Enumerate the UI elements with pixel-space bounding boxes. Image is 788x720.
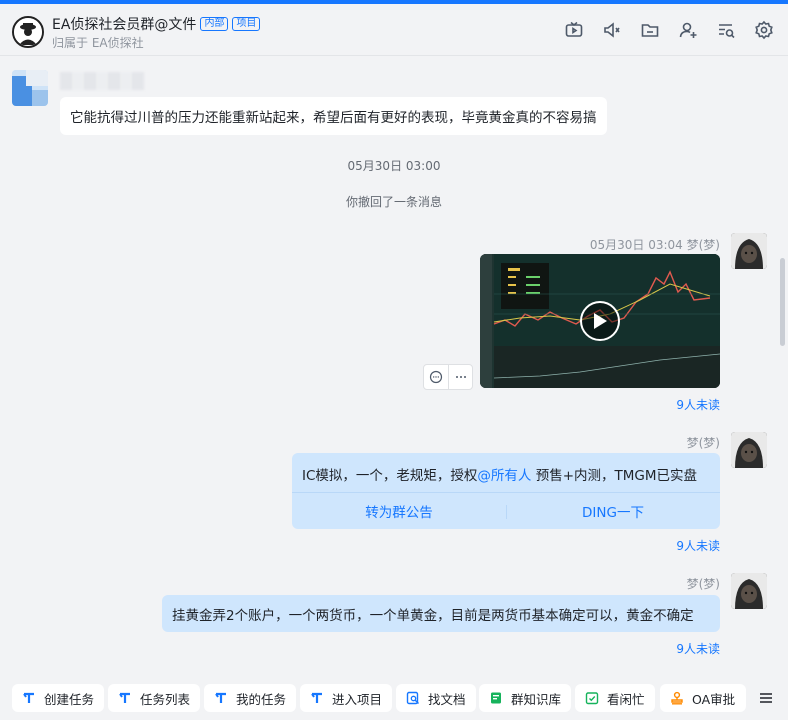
self-avatar[interactable] xyxy=(731,233,767,269)
message-bubble[interactable]: 挂黄金弄2个账户，一个两货币，一个单黄金，目前是两货币基本确定可以，黄金不确定 xyxy=(162,595,720,632)
search-list-icon[interactable] xyxy=(716,20,736,40)
task-list-button[interactable]: 任务列表 xyxy=(108,684,201,712)
message-meta: 梦(梦) xyxy=(686,436,720,450)
time-divider: 05月30日 03:00 xyxy=(347,159,441,173)
message-meta: 梦(梦) xyxy=(686,577,720,591)
create-task-button[interactable]: 创建任务 xyxy=(12,684,105,712)
convert-announcement-button[interactable]: 转为群公告 xyxy=(292,493,506,529)
speaker-icon[interactable] xyxy=(602,20,622,40)
chip-label: 找文档 xyxy=(428,691,466,707)
unread-count[interactable]: 9人未读 xyxy=(676,396,720,413)
gear-icon[interactable] xyxy=(754,20,774,40)
group-title[interactable]: EA侦探社会员群@文件 xyxy=(52,14,196,34)
chat-header: EA侦探社会员群@文件 内部 项目 归属于 EA侦探社 xyxy=(0,4,788,56)
reply-icon[interactable] xyxy=(424,365,448,389)
quick-actions-bar: 创建任务 任务列表 我的任务 进入项目 找文档 群知识库 看闲忙 OA审批 xyxy=(0,676,788,720)
tag-internal: 内部 xyxy=(200,17,229,31)
recall-notice: 你撤回了一条消息 xyxy=(345,195,442,209)
calendar-check-icon xyxy=(585,691,599,705)
my-tasks-button[interactable]: 我的任务 xyxy=(204,684,297,712)
stamp-icon xyxy=(670,691,684,705)
chip-label: 我的任务 xyxy=(236,691,287,707)
check-availability-button[interactable]: 看闲忙 xyxy=(575,684,655,712)
more-icon[interactable] xyxy=(448,365,472,389)
tag-project: 项目 xyxy=(232,17,261,31)
task-icon xyxy=(118,691,132,705)
task-icon xyxy=(214,691,228,705)
announcement-message[interactable]: IC模拟，一个，老规矩，授权@所有人 预售+内测，TMGM已实盘 转为群公告 D… xyxy=(292,453,720,529)
mention-all[interactable]: @所有人 xyxy=(477,468,531,484)
folder-icon[interactable] xyxy=(640,20,660,40)
scrollbar[interactable] xyxy=(780,258,785,346)
unread-count[interactable]: 9人未读 xyxy=(676,537,720,554)
enter-project-button[interactable]: 进入项目 xyxy=(300,684,393,712)
chip-label: 看闲忙 xyxy=(607,691,645,707)
video-message[interactable] xyxy=(480,254,720,388)
menu-icon[interactable] xyxy=(757,689,775,707)
message-bubble[interactable]: 它能抗得过川普的压力还能重新站起来，希望后面有更好的表现，毕竟黄金真的不容易搞 xyxy=(60,97,607,135)
oa-approval-button[interactable]: OA审批 xyxy=(660,684,746,712)
message-actions xyxy=(423,364,473,390)
message-meta: 05月30日 03:04 梦(梦) xyxy=(589,238,720,252)
chip-label: 创建任务 xyxy=(44,691,95,707)
find-docs-button[interactable]: 找文档 xyxy=(396,684,476,712)
group-wiki-button[interactable]: 群知识库 xyxy=(479,684,572,712)
task-icon xyxy=(22,691,36,705)
message-text: IC模拟，一个，老规矩，授权@所有人 预售+内测，TMGM已实盘 xyxy=(302,468,698,484)
sender-name-blurred xyxy=(60,72,144,90)
tv-icon[interactable] xyxy=(564,20,584,40)
doc-search-icon xyxy=(406,691,420,705)
play-icon[interactable] xyxy=(580,301,620,341)
sender-avatar[interactable] xyxy=(12,70,48,106)
group-avatar[interactable] xyxy=(12,16,44,48)
ding-button[interactable]: DING一下 xyxy=(506,493,720,529)
self-avatar[interactable] xyxy=(731,432,767,468)
unread-count[interactable]: 9人未读 xyxy=(676,640,720,657)
chip-label: OA审批 xyxy=(692,691,736,707)
chip-label: 任务列表 xyxy=(140,691,191,707)
task-icon xyxy=(310,691,324,705)
group-subtitle[interactable]: 归属于 EA侦探社 xyxy=(52,34,144,51)
chip-label: 进入项目 xyxy=(332,691,383,707)
book-icon xyxy=(489,691,503,705)
self-avatar[interactable] xyxy=(731,573,767,609)
chip-label: 群知识库 xyxy=(511,691,562,707)
add-user-icon[interactable] xyxy=(678,20,698,40)
